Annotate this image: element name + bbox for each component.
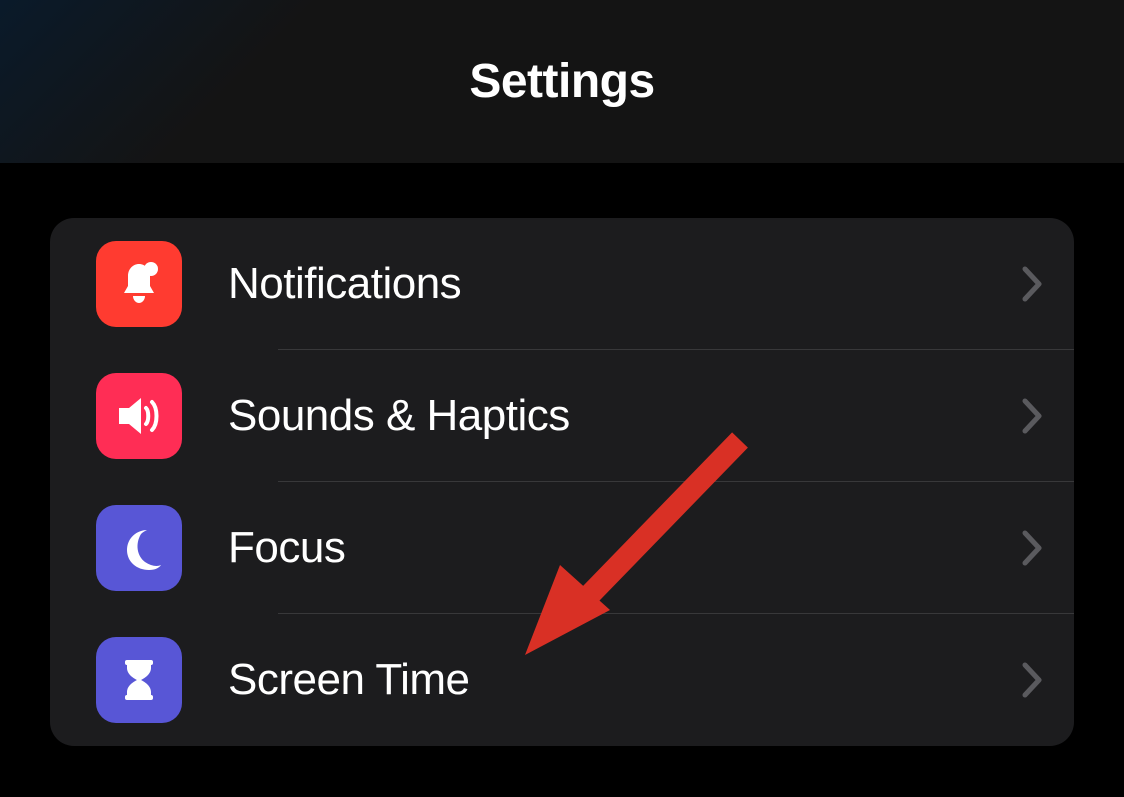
header: Settings	[0, 0, 1124, 163]
settings-row-focus[interactable]: Focus	[50, 482, 1074, 614]
row-label: Notifications	[228, 259, 1002, 309]
chevron-right-icon	[1022, 662, 1044, 698]
row-label: Sounds & Haptics	[228, 391, 1002, 441]
screen-time-icon	[96, 637, 182, 723]
page-title: Settings	[469, 54, 654, 109]
notifications-icon	[96, 241, 182, 327]
row-label: Focus	[228, 523, 1002, 573]
focus-icon	[96, 505, 182, 591]
settings-row-screen-time[interactable]: Screen Time	[50, 614, 1074, 746]
settings-row-sounds[interactable]: Sounds & Haptics	[50, 350, 1074, 482]
settings-content: Notifications Sounds & Haptics	[0, 163, 1124, 746]
row-label: Screen Time	[228, 655, 1002, 705]
sounds-icon	[96, 373, 182, 459]
settings-group: Notifications Sounds & Haptics	[50, 218, 1074, 746]
chevron-right-icon	[1022, 530, 1044, 566]
chevron-right-icon	[1022, 266, 1044, 302]
chevron-right-icon	[1022, 398, 1044, 434]
settings-row-notifications[interactable]: Notifications	[50, 218, 1074, 350]
